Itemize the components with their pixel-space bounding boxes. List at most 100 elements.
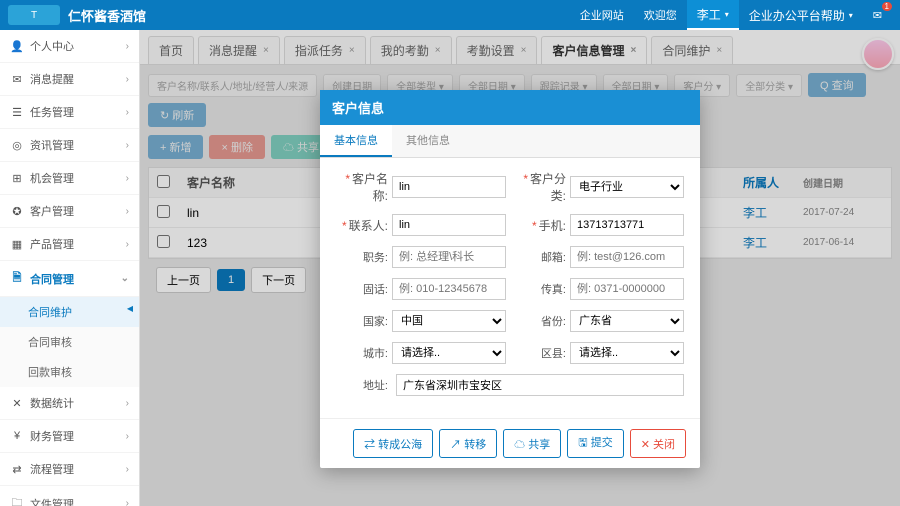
nav-label: 机会管理 [30, 170, 126, 186]
label-mail: 邮箱: [514, 249, 566, 265]
nav-icon: ¥ [10, 430, 24, 442]
welcome-text: 欢迎您 [634, 0, 687, 30]
sidebar-item-8[interactable]: ✕ 数据统计› [0, 387, 139, 420]
label-country: 国家: [336, 313, 388, 329]
label-city: 城市: [336, 345, 388, 361]
nav-label: 消息提醒 [30, 71, 126, 87]
input-address[interactable] [396, 374, 684, 396]
caret-down-icon: ▾ [725, 10, 729, 19]
label-province: 省份: [514, 313, 566, 329]
label-job: 职务: [336, 249, 388, 265]
sidebar-item-11[interactable]: 🗀 文件管理› [0, 486, 139, 506]
nav-icon: ◎ [10, 139, 24, 152]
chevron-icon: ⌄ [121, 273, 129, 284]
input-name[interactable] [392, 176, 506, 198]
tab-basic-info[interactable]: 基本信息 [320, 125, 392, 157]
chevron-icon: › [126, 431, 129, 442]
sidebar-item-3[interactable]: ◎ 资讯管理› [0, 129, 139, 162]
logo: T [8, 5, 60, 25]
modal-body: *客户名称: *客户分类:电子行业 *联系人: *手机: 职务: 邮箱: 固话:… [320, 158, 700, 418]
nav-icon: 🗀 [10, 494, 24, 506]
nav-label: 客户管理 [30, 203, 126, 219]
sidebar-item-6[interactable]: ▦ 产品管理› [0, 228, 139, 261]
select-province[interactable]: 广东省 [570, 310, 684, 332]
sidebar-item-1[interactable]: ✉ 消息提醒› [0, 63, 139, 96]
nav-icon: ⇄ [10, 463, 24, 476]
chevron-icon: › [126, 206, 129, 217]
subnav-item-0[interactable]: 合同维护 [0, 297, 139, 327]
select-city[interactable]: 请选择.. [392, 342, 506, 364]
label-name: *客户名称: [336, 170, 388, 204]
label-district: 区县: [514, 345, 566, 361]
chevron-icon: › [126, 107, 129, 118]
nav-icon: 🗎 [10, 269, 24, 288]
to-public-button[interactable]: ⇄ 转成公海 [353, 429, 433, 458]
modal-footer: ⇄ 转成公海 ↗ 转移 ☁ 共享 🖫 提交 ✕ 关闭 [320, 418, 700, 468]
sidebar-item-0[interactable]: 👤 个人中心› [0, 30, 139, 63]
sidebar-item-2[interactable]: ☰ 任务管理› [0, 96, 139, 129]
select-country[interactable]: 中国 [392, 310, 506, 332]
topbar: T 仁怀酱香酒馆 企业网站 欢迎您 李工▾ 企业办公平台帮助▾ ✉1 [0, 0, 900, 30]
chevron-icon: › [126, 464, 129, 475]
nav-label: 任务管理 [30, 104, 126, 120]
user-menu[interactable]: 李工▾ [687, 0, 739, 30]
nav-label: 文件管理 [30, 496, 126, 506]
help-menu[interactable]: 企业办公平台帮助▾ [739, 0, 863, 30]
nav-label: 流程管理 [30, 461, 126, 477]
customer-modal: 客户信息 基本信息 其他信息 *客户名称: *客户分类:电子行业 *联系人: *… [320, 90, 700, 468]
input-job[interactable] [392, 246, 506, 268]
modal-tabs: 基本信息 其他信息 [320, 125, 700, 158]
chevron-icon: › [126, 140, 129, 151]
nav-label: 合同管理 [30, 271, 121, 287]
input-mail[interactable] [570, 246, 684, 268]
nav-icon: ⊞ [10, 172, 24, 185]
nav-icon: 👤 [10, 40, 24, 53]
chevron-icon: › [126, 239, 129, 250]
chevron-icon: › [126, 498, 129, 506]
subnav-item-2[interactable]: 回款审核 [0, 357, 139, 387]
nav-icon: ✪ [10, 205, 24, 218]
nav-icon: ▦ [10, 238, 24, 251]
input-fax[interactable] [570, 278, 684, 300]
nav-label: 产品管理 [30, 236, 126, 252]
label-tel: 固话: [336, 281, 388, 297]
chevron-icon: › [126, 398, 129, 409]
chevron-icon: › [126, 74, 129, 85]
nav-label: 资讯管理 [30, 137, 126, 153]
sidebar-item-10[interactable]: ⇄ 流程管理› [0, 453, 139, 486]
share-button[interactable]: ☁ 共享 [503, 429, 561, 458]
close-button[interactable]: ✕ 关闭 [630, 429, 686, 458]
submit-button[interactable]: 🖫 提交 [567, 429, 623, 458]
notif-badge: 1 [882, 2, 892, 11]
label-category: *客户分类: [514, 170, 566, 204]
sidebar-item-4[interactable]: ⊞ 机会管理› [0, 162, 139, 195]
tab-other-info[interactable]: 其他信息 [392, 125, 464, 157]
nav-site[interactable]: 企业网站 [570, 0, 634, 30]
label-mobile: *手机: [514, 217, 566, 234]
sidebar-item-5[interactable]: ✪ 客户管理› [0, 195, 139, 228]
sidebar-item-9[interactable]: ¥ 财务管理› [0, 420, 139, 453]
transfer-button[interactable]: ↗ 转移 [439, 429, 497, 458]
nav-icon: ✕ [10, 397, 24, 410]
select-district[interactable]: 请选择.. [570, 342, 684, 364]
select-category[interactable]: 电子行业 [570, 176, 684, 198]
notifications-icon[interactable]: ✉1 [863, 0, 892, 30]
subnav-item-1[interactable]: 合同审核 [0, 327, 139, 357]
modal-title: 客户信息 [320, 90, 700, 125]
input-mobile[interactable] [570, 214, 684, 236]
label-address: 地址: [336, 377, 388, 393]
nav-icon: ✉ [10, 73, 24, 86]
chevron-icon: › [126, 173, 129, 184]
brand-name: 仁怀酱香酒馆 [68, 6, 146, 25]
input-contact[interactable] [392, 214, 506, 236]
nav-label: 财务管理 [30, 428, 126, 444]
nav-label: 数据统计 [30, 395, 126, 411]
nav-icon: ☰ [10, 106, 24, 119]
sidebar-item-7[interactable]: 🗎 合同管理⌄ [0, 261, 139, 297]
nav-label: 个人中心 [30, 38, 126, 54]
sidebar: 👤个人中心›✉消息提醒›☰任务管理›◎资讯管理›⊞机会管理›✪客户管理›▦产品管… [0, 30, 140, 506]
input-tel[interactable] [392, 278, 506, 300]
label-fax: 传真: [514, 281, 566, 297]
chevron-icon: › [126, 41, 129, 52]
label-contact: *联系人: [336, 217, 388, 234]
